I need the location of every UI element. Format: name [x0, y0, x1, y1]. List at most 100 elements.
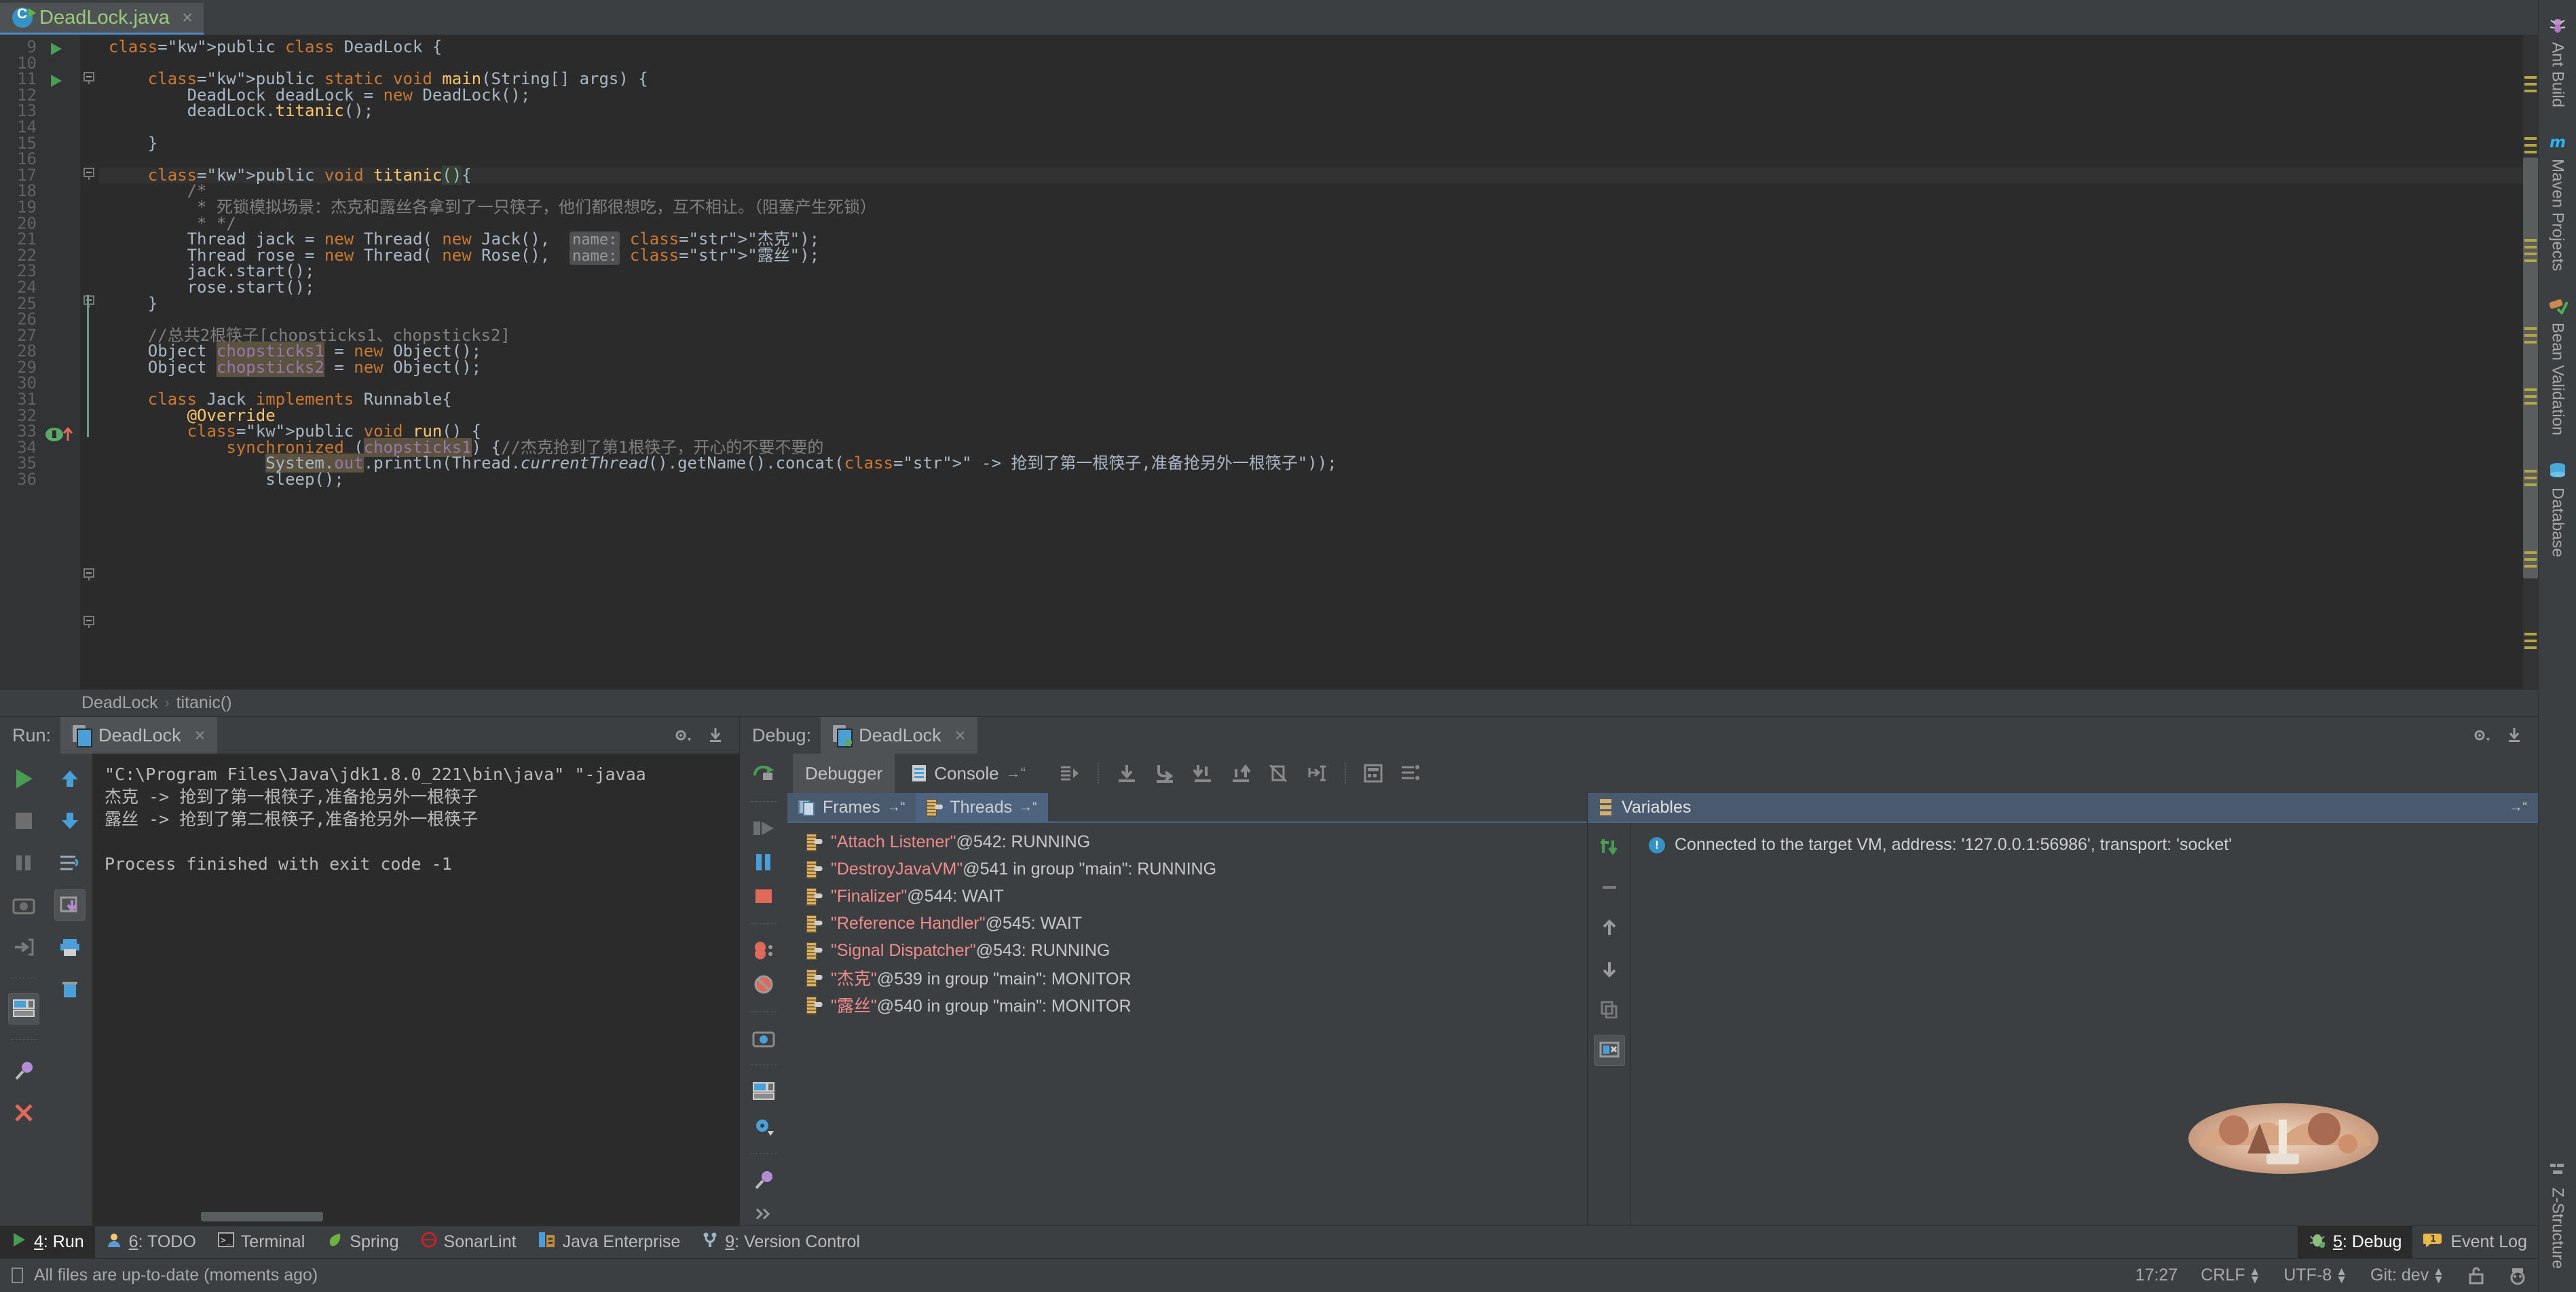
force-step-into-icon[interactable]: [1193, 764, 1213, 783]
editor-marker[interactable]: [2524, 395, 2537, 398]
run-arrow-icon[interactable]: [49, 73, 64, 88]
line-separator-status[interactable]: CRLF ▲ ▼: [2201, 1266, 2260, 1285]
up-icon[interactable]: [1594, 912, 1625, 944]
tool-window-button-java-enterprise[interactable]: Java Enterprise: [527, 1226, 692, 1259]
editor-marker[interactable]: [2524, 558, 2537, 561]
watches-icon[interactable]: [1400, 764, 1419, 783]
code-line[interactable]: deadLock.titanic();: [99, 103, 2523, 119]
pause-icon[interactable]: [8, 847, 39, 879]
evaluate-expression-icon[interactable]: [1594, 831, 1625, 862]
console-hscrollbar[interactable]: [201, 1212, 323, 1221]
editor-marker[interactable]: [2524, 239, 2537, 242]
stop-icon[interactable]: [8, 805, 39, 836]
editor-marker[interactable]: [2524, 259, 2537, 262]
code-line[interactable]: class Jack implements Runnable{: [99, 391, 2523, 408]
editor-marker[interactable]: [2524, 137, 2537, 140]
step-over-icon[interactable]: [1117, 764, 1137, 783]
tab-console[interactable]: Console →“: [899, 754, 1038, 793]
thread-list-item[interactable]: "Finalizer"@544: WAIT: [787, 883, 1587, 910]
editor-scrollbar-thumb[interactable]: [2523, 158, 2538, 578]
code-line[interactable]: Thread rose = new Thread( new Rose(), na…: [99, 247, 2523, 265]
editor-marker[interactable]: [2524, 551, 2537, 554]
evaluate-expression-icon[interactable]: [1364, 764, 1383, 783]
thread-list-item[interactable]: "DestroyJavaVM"@541 in group "main": RUN…: [787, 855, 1587, 883]
editor-marker[interactable]: [2524, 402, 2537, 405]
layout-icon[interactable]: [748, 1080, 779, 1103]
tool-window-button-spring[interactable]: Spring: [316, 1226, 409, 1259]
inspector-icon[interactable]: [2508, 1266, 2527, 1285]
mute-breakpoints-icon[interactable]: [748, 973, 779, 996]
fold-marker-icon[interactable]: [82, 292, 96, 308]
editor-marker[interactable]: [2524, 246, 2537, 248]
editor-marker[interactable]: [2524, 90, 2537, 92]
scroll-down-icon[interactable]: [54, 805, 86, 836]
editor-marker[interactable]: [2524, 633, 2537, 635]
detach-icon[interactable]: →“: [2509, 800, 2527, 815]
copy-icon[interactable]: [1594, 994, 1625, 1025]
thread-list-item[interactable]: "Reference Handler"@545: WAIT: [787, 910, 1587, 937]
tool-window-button-4-run[interactable]: 4: Run: [0, 1225, 95, 1259]
tab-frames[interactable]: Frames →“: [787, 793, 916, 822]
right-tool-tab-z-structure[interactable]: Z-Structure: [2545, 1155, 2570, 1276]
run-to-cursor-icon[interactable]: [1307, 764, 1327, 783]
lock-icon[interactable]: [2467, 1266, 2485, 1285]
right-tool-tab-maven-projects[interactable]: m Maven Projects: [2545, 126, 2570, 278]
detach-icon[interactable]: →“: [887, 800, 906, 815]
settings-gear-icon[interactable]: [748, 1115, 779, 1138]
editor-marker[interactable]: [2524, 640, 2537, 642]
pause-icon[interactable]: [748, 851, 779, 874]
tool-window-button-terminal[interactable]: >_ Terminal: [207, 1226, 316, 1259]
close-icon[interactable]: [8, 1097, 39, 1128]
tool-window-button-5-debug[interactable]: 5: Debug: [2297, 1225, 2413, 1259]
variables-content[interactable]: ! Connected to the target VM, address: '…: [1631, 823, 2538, 1225]
editor-marker[interactable]: [2524, 83, 2537, 86]
detach-icon[interactable]: →“: [1019, 800, 1037, 815]
run-arrow-icon[interactable]: [49, 41, 64, 56]
step-out-icon[interactable]: [1231, 764, 1251, 783]
drop-frame-icon[interactable]: [1269, 764, 1289, 783]
close-icon[interactable]: ×: [955, 725, 966, 746]
code-line[interactable]: class="kw">public void titanic(){: [99, 165, 2523, 185]
console-output[interactable]: "C:\Program Files\Java\jdk1.8.0_221\bin\…: [92, 754, 739, 1225]
run-config-tab[interactable]: DeadLock ×: [60, 717, 218, 754]
code-folding-column[interactable]: [80, 35, 99, 689]
right-tool-tab-bean-validation[interactable]: Bean Validation: [2545, 290, 2570, 442]
code-line[interactable]: rose.start();: [99, 279, 2523, 296]
code-line[interactable]: * 死锁模拟场景：杰克和露丝各拿到了一只筷子，他们都很想吃，互不相让。（阻塞产生…: [99, 199, 2523, 216]
soft-wrap-icon[interactable]: [54, 847, 86, 879]
trash-icon[interactable]: [54, 974, 86, 1005]
resume-icon[interactable]: [748, 817, 779, 840]
gutter-marks[interactable]: [41, 35, 80, 689]
tool-window-button-sonarlint[interactable]: SonarLint: [410, 1226, 527, 1259]
code-line[interactable]: }: [99, 135, 2523, 152]
editor-marker-column[interactable]: [2523, 35, 2538, 689]
editor-marker[interactable]: [2524, 470, 2537, 473]
code-line[interactable]: [99, 119, 2523, 136]
breakpoint-icon[interactable]: [45, 426, 77, 443]
git-branch-status[interactable]: Git: dev ▲ ▼: [2370, 1266, 2444, 1285]
scroll-to-end-icon[interactable]: [54, 889, 86, 921]
code-line[interactable]: System.out.println(Thread.currentThread(…: [99, 454, 2523, 473]
camera-icon[interactable]: [8, 889, 39, 921]
code-line[interactable]: }: [99, 295, 2523, 312]
breadcrumb-item-class[interactable]: DeadLock: [81, 693, 158, 713]
settings-gear-icon[interactable]: [2471, 726, 2490, 745]
code-editor[interactable]: 9 10 11 12 13 14 15 16 17 18 19 20 21 22 23 24 25 26 27 28 2…: [0, 35, 2538, 689]
code-text[interactable]: class="kw">public class DeadLock { class…: [99, 35, 2523, 689]
minus-icon[interactable]: [1594, 872, 1625, 903]
pin-icon[interactable]: [8, 1055, 39, 1086]
more-icon[interactable]: [748, 1202, 779, 1225]
breadcrumb[interactable]: DeadLock › titanic(): [0, 689, 2538, 716]
editor-marker[interactable]: [2524, 646, 2537, 649]
thread-list-item[interactable]: "露丝"@540 in group "main": MONITOR: [787, 991, 1587, 1018]
editor-marker[interactable]: [2524, 151, 2537, 153]
rerun-icon[interactable]: [748, 763, 779, 786]
print-icon[interactable]: [54, 931, 86, 963]
thread-list-item[interactable]: "Signal Dispatcher"@543: RUNNING: [787, 937, 1587, 964]
camera-icon[interactable]: [748, 1027, 779, 1050]
scroll-up-icon[interactable]: [54, 763, 86, 794]
down-icon[interactable]: [1594, 953, 1625, 984]
editor-marker[interactable]: [2524, 327, 2537, 330]
tab-debugger[interactable]: Debugger: [793, 754, 895, 793]
code-line[interactable]: sleep();: [99, 471, 2523, 488]
